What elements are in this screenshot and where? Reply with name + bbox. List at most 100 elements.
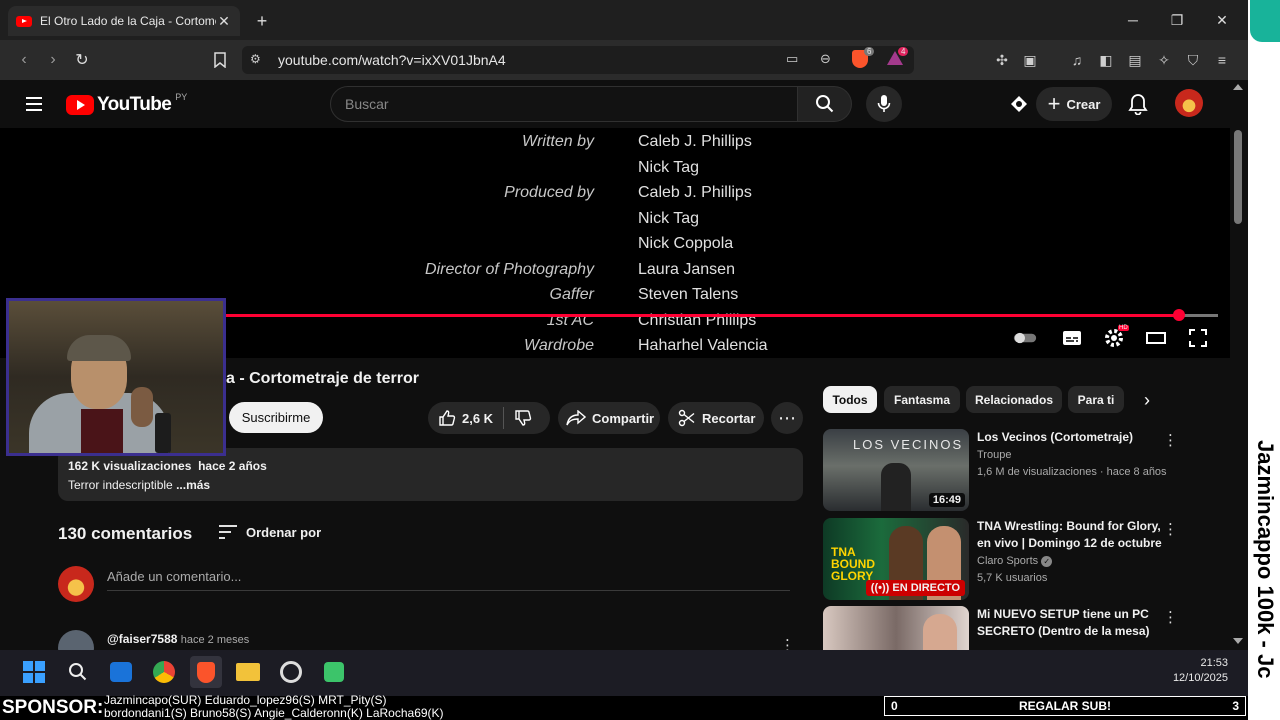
more-actions-icon[interactable]: ⋯ (771, 402, 803, 434)
create-sparkle-icon[interactable] (1008, 94, 1030, 114)
url-bar[interactable]: ⚙ youtube.com/watch?v=ixXV01JbnA4 ▭ ⊖ 6 … (242, 46, 914, 74)
credit-name: Caleb J. Phillips (638, 133, 752, 150)
share-icon (566, 410, 586, 426)
taskbar-search-icon[interactable] (62, 656, 94, 688)
video-thumbnail[interactable]: TNA BOUND GLORY ((•)) EN DIRECTO (823, 518, 969, 600)
credit-name: Nick Coppola (638, 235, 734, 252)
chips-next-icon[interactable]: › (1144, 390, 1162, 410)
site-settings-icon[interactable]: ⚙ (250, 52, 261, 66)
reload-icon[interactable]: ↻ (72, 50, 92, 70)
cast-icon[interactable]: ▭ (786, 51, 798, 67)
wallet-icon[interactable]: ▤ (1125, 50, 1145, 70)
logo-text: YouTube (97, 94, 172, 115)
search-button[interactable] (798, 86, 852, 122)
credit-name: Laura Jansen (638, 260, 735, 278)
subscribe-button[interactable]: Suscribirme (229, 402, 323, 433)
media-icon[interactable]: ♫ (1067, 50, 1087, 70)
app-icon[interactable] (318, 656, 350, 688)
chip-relacionados[interactable]: Relacionados (966, 386, 1062, 413)
restore-icon[interactable]: ❐ (1162, 8, 1192, 32)
chrome-icon[interactable] (148, 656, 180, 688)
browser-tab[interactable]: El Otro Lado de la Caja - Cortometraje d… (8, 6, 240, 36)
item-menu-icon[interactable]: ⋮ (1163, 520, 1178, 538)
windows-start-icon[interactable] (18, 656, 50, 688)
fullscreen-icon[interactable] (1186, 327, 1210, 349)
recommendation-title[interactable]: TNA Wrestling: Bound for Glory, en vivo … (977, 518, 1162, 552)
video-title: a - Cortometraje de terror (226, 370, 419, 387)
video-thumbnail[interactable]: LOS VECINOS 16:49 (823, 429, 969, 511)
youtube-logo[interactable]: YouTube PY (66, 92, 187, 116)
like-button[interactable] (438, 409, 456, 427)
system-clock[interactable]: 21:53 12/10/2025 (1158, 656, 1228, 686)
recommendation-item[interactable]: LOS VECINOS 16:49 Los Vecinos (Cortometr… (823, 429, 1233, 513)
back-icon[interactable]: ‹ (14, 50, 34, 70)
sidebar-icon[interactable]: ◧ (1096, 50, 1116, 70)
channel-name[interactable]: Claro Sports ✓ (977, 555, 1053, 567)
windows-taskbar (0, 650, 1248, 696)
microphone-icon (877, 95, 891, 112)
scroll-down-icon[interactable] (1233, 638, 1243, 644)
progress-scrubber[interactable] (1173, 309, 1185, 321)
bookmark-icon[interactable] (210, 50, 230, 70)
scroll-up-icon[interactable] (1233, 84, 1243, 90)
search-placeholder: Buscar (345, 96, 389, 112)
window-close-icon[interactable]: ✕ (1207, 8, 1237, 32)
hamburger-menu-icon[interactable] (24, 94, 44, 114)
extensions-icon[interactable]: ✣ (992, 50, 1012, 70)
chip-para-ti[interactable]: Para ti (1068, 386, 1124, 413)
credit-name: Nick Tag (638, 209, 700, 227)
forward-icon[interactable]: › (43, 50, 63, 70)
create-button[interactable]: + Crear (1036, 87, 1112, 121)
theater-mode-icon[interactable] (1144, 327, 1168, 349)
outlook-icon[interactable] (105, 656, 137, 688)
menu-icon[interactable]: ≡ (1212, 50, 1232, 70)
new-tab-icon[interactable]: + (252, 11, 272, 31)
add-comment-input[interactable]: Añade un comentario... (107, 569, 790, 591)
recommendation-item[interactable]: TNA BOUND GLORY ((•)) EN DIRECTO TNA Wrest… (823, 518, 1233, 602)
sort-label: Ordenar por (246, 524, 322, 540)
thumbnail-person (923, 614, 957, 650)
scrollbar-thumb[interactable] (1234, 130, 1242, 224)
upload-age: hace 2 años (198, 459, 267, 473)
recommendation-item[interactable]: Mi NUEVO SETUP tiene un PC SECRETO (Dent… (823, 606, 1233, 650)
webcam-overlay (6, 298, 226, 456)
chip-todos[interactable]: Todos (823, 386, 877, 413)
video-progress-bar[interactable] (226, 314, 1218, 317)
like-count: 2,6 K (462, 410, 494, 426)
recommendation-title[interactable]: Mi NUEVO SETUP tiene un PC SECRETO (Dent… (977, 606, 1162, 640)
my-avatar (58, 566, 94, 602)
notifications-bell-icon[interactable] (1128, 93, 1148, 115)
item-menu-icon[interactable]: ⋮ (1163, 431, 1178, 449)
sort-comments-button[interactable]: Ordenar por (218, 524, 321, 540)
channel-name[interactable]: Troupe (977, 449, 1011, 461)
subtitles-icon[interactable] (1060, 327, 1084, 349)
screenshot-icon[interactable]: ▣ (1020, 50, 1040, 70)
goal-target: 3 (1232, 699, 1239, 713)
settings-gear-icon[interactable]: HD (1102, 325, 1129, 349)
voice-search-button[interactable] (866, 86, 902, 122)
show-more-link[interactable]: ...más (176, 478, 210, 492)
video-duration: 16:49 (928, 493, 965, 507)
vpn-icon[interactable]: ⛉ (1183, 50, 1203, 70)
share-button[interactable]: Compartir (558, 402, 660, 434)
video-thumbnail[interactable] (823, 606, 969, 650)
chip-fantasma[interactable]: Fantasma (884, 386, 960, 413)
webcam-cap (67, 335, 131, 361)
file-explorer-icon[interactable] (232, 656, 264, 688)
zoom-icon[interactable]: ⊖ (820, 51, 831, 67)
recommendation-title[interactable]: Los Vecinos (Cortometraje) (977, 429, 1162, 446)
obs-icon[interactable] (275, 656, 307, 688)
clip-button[interactable]: Recortar (668, 402, 764, 434)
dislike-button[interactable] (514, 409, 532, 427)
item-menu-icon[interactable]: ⋮ (1163, 608, 1178, 626)
clip-label: Recortar (702, 410, 756, 426)
leo-ai-icon[interactable]: ✧ (1154, 50, 1174, 70)
search-input[interactable]: Buscar (330, 86, 798, 122)
autoplay-toggle[interactable] (1013, 327, 1037, 349)
page-scrollbar[interactable] (1230, 80, 1248, 650)
tab-close-icon[interactable]: ✕ (216, 13, 232, 30)
brave-taskbar-icon[interactable] (190, 656, 222, 688)
minimize-icon[interactable]: ─ (1118, 8, 1148, 32)
account-avatar[interactable] (1175, 89, 1203, 117)
comment-user[interactable]: @faiser7588 (107, 632, 177, 646)
